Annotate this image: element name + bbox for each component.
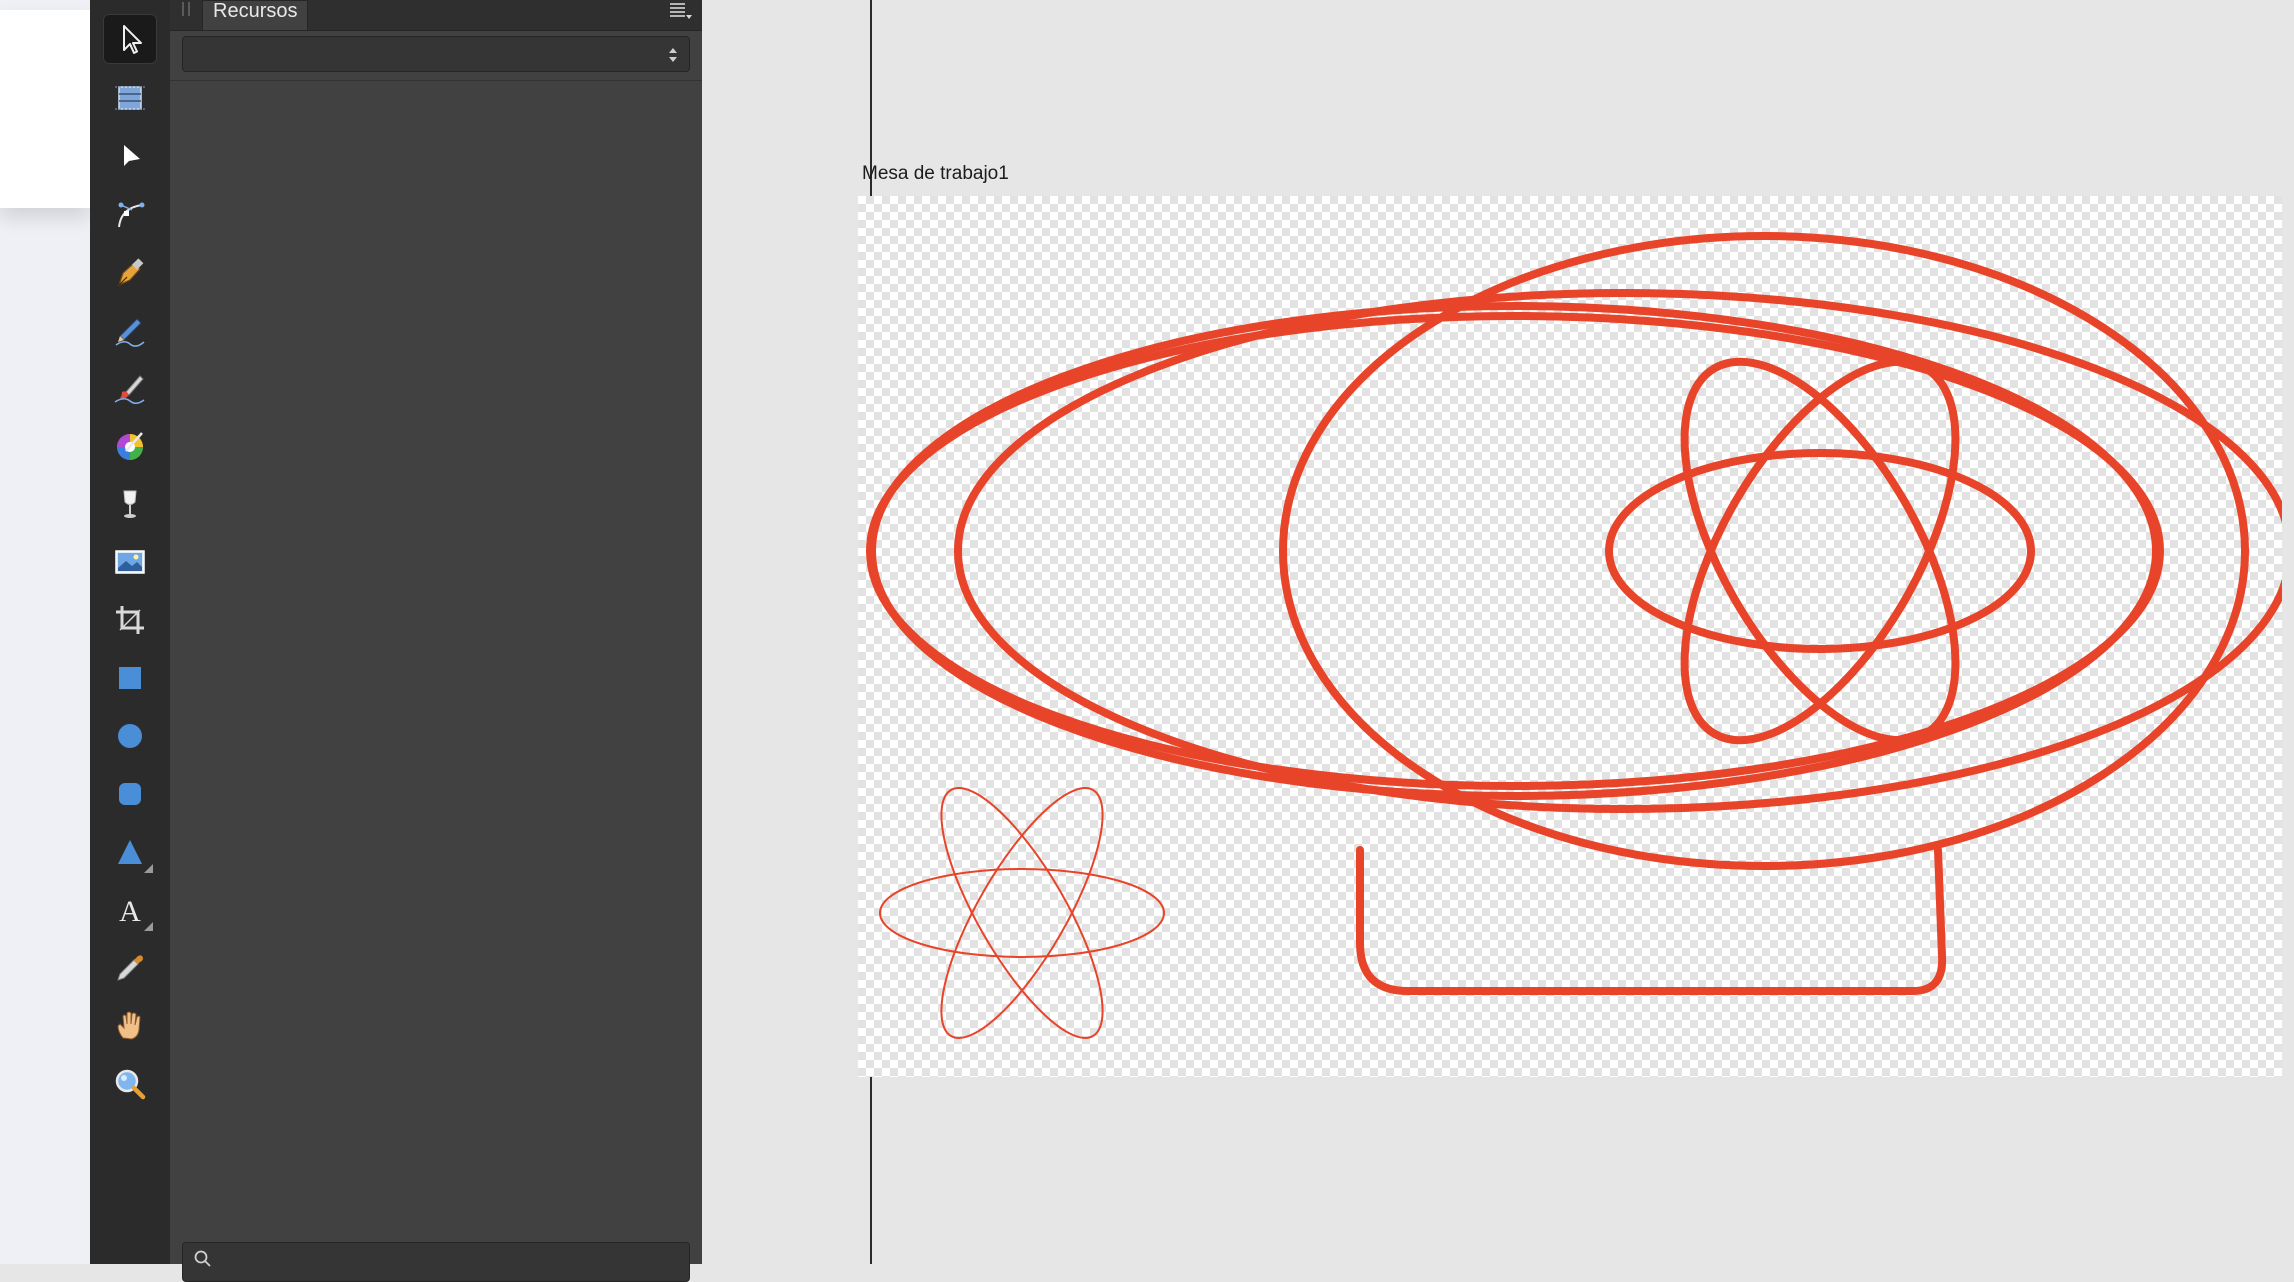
corner-tool[interactable] — [103, 189, 157, 239]
vector-brush-tool[interactable] — [103, 363, 157, 413]
middle-ellipse[interactable] — [954, 289, 2282, 813]
pen-nib-icon — [117, 258, 144, 287]
svg-text:A: A — [119, 895, 141, 928]
text-tool[interactable]: A — [103, 885, 157, 935]
panel-grip-handle[interactable] — [182, 2, 190, 16]
outer-ellipse-wide[interactable] — [866, 312, 2164, 790]
rounded-rectangle-tool[interactable] — [103, 769, 157, 819]
flyout-indicator — [144, 922, 153, 931]
pointer-arrow-icon — [123, 25, 142, 54]
small-atom-ring-horizontal[interactable] — [879, 868, 1165, 958]
fill-tool[interactable] — [103, 421, 157, 471]
panel-header: Recursos — [170, 0, 702, 31]
ellipse-tool[interactable] — [103, 711, 157, 761]
pencil-tool[interactable] — [103, 305, 157, 355]
search-input[interactable] — [182, 1242, 690, 1282]
tab-recursos[interactable]: Recursos — [202, 0, 309, 30]
atom-ring-horizontal[interactable] — [1605, 449, 2035, 653]
artboard[interactable] — [858, 196, 2282, 1077]
assets-panel: Recursos — [170, 0, 872, 1282]
outer-ellipse-flat[interactable] — [868, 302, 2160, 800]
crop-icon — [116, 606, 144, 634]
tools-toolbar: A — [90, 0, 170, 1264]
move-tool[interactable] — [103, 14, 157, 64]
base-stand[interactable] — [1356, 846, 1947, 995]
text-icon: A — [119, 895, 141, 928]
hand-icon — [117, 1011, 141, 1040]
triangle-tool[interactable] — [103, 827, 157, 877]
view-tool[interactable] — [103, 1001, 157, 1051]
category-select[interactable] — [182, 36, 690, 72]
hamburger-menu-icon — [670, 3, 692, 19]
zoom-tool[interactable] — [103, 1059, 157, 1109]
atom-ring-tilted-right[interactable] — [1630, 319, 2011, 782]
eyedropper-icon — [117, 955, 143, 981]
magnifier-icon — [115, 1069, 146, 1100]
panel-divider — [170, 80, 702, 81]
flyout-indicator — [144, 864, 153, 873]
curve-node-icon — [118, 202, 145, 228]
pen-tool[interactable] — [103, 247, 157, 297]
artboard-tool[interactable] — [103, 73, 157, 123]
atom-ring-tilted-left[interactable] — [1630, 319, 2011, 782]
color-wheel-icon — [117, 432, 143, 460]
transparency-tool[interactable] — [103, 479, 157, 529]
artboard-icon — [115, 86, 145, 110]
small-atom-ring-tilted-right[interactable] — [913, 768, 1131, 1058]
triangle-icon — [118, 840, 142, 864]
black-arrow-icon — [124, 145, 140, 166]
circle-shape-icon — [118, 724, 142, 748]
rounded-square-icon — [119, 783, 141, 805]
square-shape-icon — [119, 667, 141, 689]
artboard-label[interactable]: Mesa de trabajo1 — [862, 163, 1009, 185]
updown-arrows-icon — [669, 48, 677, 62]
place-image-tool[interactable] — [103, 537, 157, 587]
rectangle-tool[interactable] — [103, 653, 157, 703]
brush-icon — [114, 375, 145, 404]
background-window — [0, 10, 90, 208]
color-picker-tool[interactable] — [103, 943, 157, 993]
wine-glass-icon — [123, 490, 137, 518]
artboard-drawing — [866, 232, 2282, 1058]
search-icon — [194, 1250, 211, 1267]
image-icon — [115, 550, 145, 574]
panel-menu-button[interactable] — [666, 0, 694, 22]
node-tool[interactable] — [103, 131, 157, 181]
crop-tool[interactable] — [103, 595, 157, 645]
pencil-icon — [115, 318, 145, 347]
small-atom-ring-tilted-left[interactable] — [913, 768, 1131, 1058]
tab-label: Recursos — [213, 0, 298, 22]
